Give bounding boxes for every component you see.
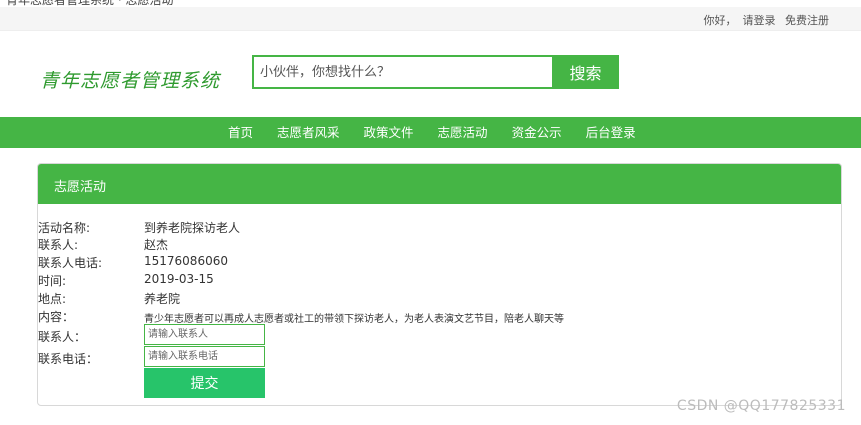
- detail-label: 联系人电话:: [38, 256, 103, 270]
- user-links: 你好， 请登录 免费注册: [698, 12, 830, 28]
- submit-button[interactable]: 提交: [144, 368, 265, 398]
- register-link[interactable]: 免费注册: [785, 14, 829, 27]
- site-logo[interactable]: 青年志愿者管理系统: [40, 66, 220, 93]
- contact-phone-field[interactable]: [144, 346, 265, 367]
- greeting-text: 你好，: [703, 14, 737, 27]
- search-bar: 搜索: [252, 55, 619, 89]
- main-nav: 首页 志愿者风采 政策文件 志愿活动 资金公示 后台登录: [0, 117, 861, 148]
- header: 青年志愿者管理系统 搜索: [0, 31, 861, 117]
- panel-header: 志愿活动: [38, 164, 841, 204]
- panel-title: 志愿活动: [54, 180, 107, 195]
- form-label: 联系人：: [38, 330, 87, 344]
- nav-item-volunteer-showcase[interactable]: 志愿者风采: [265, 117, 352, 148]
- top-bar: 你好， 请登录 免费注册: [0, 7, 861, 31]
- login-link[interactable]: 请登录: [743, 14, 776, 27]
- nav-item-home[interactable]: 首页: [216, 117, 265, 148]
- detail-label: 联系人:: [38, 238, 79, 252]
- nav-item-policy-documents[interactable]: 政策文件: [352, 117, 426, 148]
- form-label: 联系电话：: [38, 352, 99, 366]
- nav-item-admin-login[interactable]: 后台登录: [574, 117, 648, 148]
- detail-value: 青少年志愿者可以再成人志愿者或社工的带领下探访老人，为老人表演文艺节目，陪老人聊…: [144, 314, 564, 325]
- nav-item-fund-disclosure[interactable]: 资金公示: [500, 117, 574, 148]
- clipped-top-text: 青年志愿者管理系统 · 志愿活动: [0, 0, 861, 7]
- detail-value: 到养老院探访老人: [144, 221, 241, 235]
- detail-label: 活动名称:: [38, 221, 91, 235]
- watermark: CSDN @QQ177825331: [676, 398, 846, 414]
- detail-value: 养老院: [144, 292, 181, 306]
- detail-value: 15176086060: [144, 254, 228, 268]
- search-button[interactable]: 搜索: [552, 55, 619, 89]
- contact-name-field[interactable]: [144, 324, 265, 345]
- detail-value: 赵杰: [144, 238, 169, 252]
- detail-label: 时间:: [38, 274, 67, 288]
- detail-value: 2019-03-15: [144, 272, 214, 286]
- detail-label: 内容：: [38, 310, 75, 324]
- detail-label: 地点:: [38, 292, 67, 306]
- search-input[interactable]: [252, 55, 554, 89]
- nav-item-volunteer-activities[interactable]: 志愿活动: [426, 117, 500, 148]
